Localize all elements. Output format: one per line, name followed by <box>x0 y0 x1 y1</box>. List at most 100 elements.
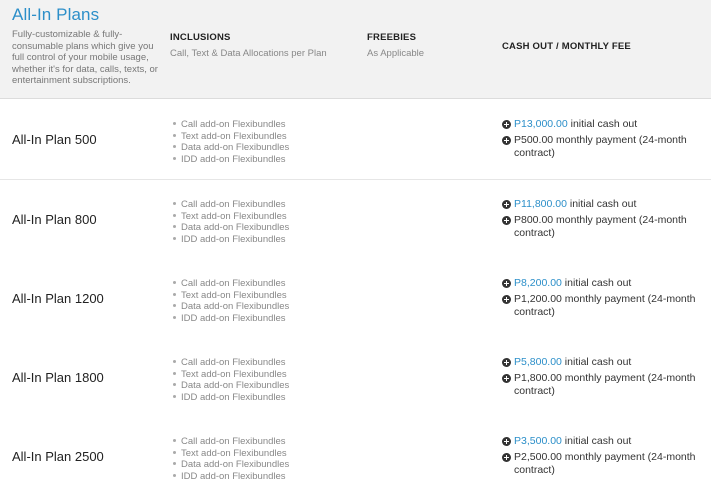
plus-circle-icon <box>502 374 511 383</box>
cash-out-line: P13,000.00 initial cash out <box>502 118 707 131</box>
cash-out-line: P11,800.00 initial cash out <box>502 198 707 211</box>
plus-circle-icon <box>502 295 511 304</box>
bullet-dot-icon <box>173 213 176 217</box>
inclusion-item: Text add-on Flexibundles <box>173 131 289 143</box>
plus-circle-icon <box>502 437 511 446</box>
cash-out-line: P3,500.00 initial cash out <box>502 435 707 448</box>
monthly-payment-text: P500.00 monthly payment (24-month contra… <box>514 134 687 159</box>
bullet-dot-icon <box>173 359 176 363</box>
fee-info: P13,000.00 initial cash out P500.00 mont… <box>502 118 707 160</box>
inclusion-item: Call add-on Flexibundles <box>173 357 289 369</box>
bullet-dot-icon <box>173 145 176 149</box>
bullet-dot-icon <box>173 236 176 240</box>
plus-circle-icon <box>502 358 511 367</box>
inclusion-item: Data add-on Flexibundles <box>173 222 289 234</box>
column-subheading-inclusions: Call, Text & Data Allocations per Plan <box>170 48 327 59</box>
inclusion-item: IDD add-on Flexibundles <box>173 154 289 166</box>
bullet-dot-icon <box>173 450 176 454</box>
bullet-dot-icon <box>173 292 176 296</box>
plan-name: All-In Plan 800 <box>12 212 97 227</box>
inclusion-item: Data add-on Flexibundles <box>173 301 289 313</box>
column-subheading-freebies: As Applicable <box>367 48 425 59</box>
bullet-dot-icon <box>173 473 176 477</box>
fee-info: P8,200.00 initial cash out P1,200.00 mon… <box>502 277 707 319</box>
plus-circle-icon <box>502 200 511 209</box>
cash-out-price-link[interactable]: P11,800.00 <box>514 198 567 210</box>
monthly-payment-line: P1,800.00 monthly payment (24-month cont… <box>502 372 707 398</box>
cash-out-line: P5,800.00 initial cash out <box>502 356 707 369</box>
bullet-dot-icon <box>173 133 176 137</box>
plus-circle-icon <box>502 216 511 225</box>
bullet-dot-icon <box>173 383 176 387</box>
fee-info: P5,800.00 initial cash out P1,800.00 mon… <box>502 356 707 398</box>
page-title: All-In Plans <box>12 5 100 24</box>
column-heading-freebies: FREEBIES <box>367 32 417 43</box>
fee-info: P11,800.00 initial cash out P800.00 mont… <box>502 198 707 240</box>
cash-out-label: initial cash out <box>561 277 632 289</box>
plus-circle-icon <box>502 279 511 288</box>
bullet-dot-icon <box>173 201 176 205</box>
inclusions-list: Call add-on Flexibundles Text add-on Fle… <box>173 119 289 165</box>
plan-name: All-In Plan 2500 <box>12 449 104 464</box>
inclusions-list: Call add-on Flexibundles Text add-on Fle… <box>173 436 289 482</box>
bullet-dot-icon <box>173 394 176 398</box>
plans-description: Fully-customizable & fully-consumable pl… <box>12 29 158 86</box>
inclusion-item: Text add-on Flexibundles <box>173 211 289 223</box>
monthly-payment-text: P2,500.00 monthly payment (24-month cont… <box>514 451 696 476</box>
monthly-payment-line: P1,200.00 monthly payment (24-month cont… <box>502 293 707 319</box>
bullet-dot-icon <box>173 280 176 284</box>
cash-out-price-link[interactable]: P5,800.00 <box>514 356 562 368</box>
monthly-payment-line: P500.00 monthly payment (24-month contra… <box>502 134 707 160</box>
cash-out-label: initial cash out <box>566 198 637 210</box>
plan-name: All-In Plan 1200 <box>12 291 104 306</box>
inclusion-item: IDD add-on Flexibundles <box>173 471 289 483</box>
inclusion-item: Text add-on Flexibundles <box>173 290 289 302</box>
plan-row: All-In Plan 1200 Call add-on Flexibundle… <box>0 259 711 339</box>
plan-row: All-In Plan 800 Call add-on Flexibundles… <box>0 180 711 260</box>
plan-row: All-In Plan 500 Call add-on Flexibundles… <box>0 100 711 180</box>
cash-out-price-link[interactable]: P3,500.00 <box>514 435 562 447</box>
inclusion-item: IDD add-on Flexibundles <box>173 392 289 404</box>
monthly-payment-text: P1,800.00 monthly payment (24-month cont… <box>514 372 696 397</box>
inclusions-list: Call add-on Flexibundles Text add-on Fle… <box>173 357 289 403</box>
inclusion-item: Call add-on Flexibundles <box>173 199 289 211</box>
inclusion-item: Data add-on Flexibundles <box>173 380 289 392</box>
plan-name: All-In Plan 1800 <box>12 370 104 385</box>
monthly-payment-line: P800.00 monthly payment (24-month contra… <box>502 214 707 240</box>
monthly-payment-text: P800.00 monthly payment (24-month contra… <box>514 214 687 239</box>
plan-row: All-In Plan 1800 Call add-on Flexibundle… <box>0 338 711 418</box>
bullet-dot-icon <box>173 156 176 160</box>
inclusions-list: Call add-on Flexibundles Text add-on Fle… <box>173 278 289 324</box>
inclusion-item: Call add-on Flexibundles <box>173 278 289 290</box>
plans-table-header: All-In Plans Fully-customizable & fully-… <box>0 0 711 99</box>
column-heading-cash-out: CASH OUT / MONTHLY FEE <box>502 41 631 52</box>
plus-circle-icon <box>502 136 511 145</box>
inclusion-item: Call add-on Flexibundles <box>173 119 289 131</box>
inclusion-item: Text add-on Flexibundles <box>173 369 289 381</box>
monthly-payment-text: P1,200.00 monthly payment (24-month cont… <box>514 293 696 318</box>
cash-out-label: initial cash out <box>561 435 632 447</box>
inclusion-item: Text add-on Flexibundles <box>173 448 289 460</box>
bullet-dot-icon <box>173 315 176 319</box>
column-heading-inclusions: INCLUSIONS <box>170 32 231 43</box>
bullet-dot-icon <box>173 438 176 442</box>
cash-out-price-link[interactable]: P13,000.00 <box>514 118 568 130</box>
inclusion-item: Data add-on Flexibundles <box>173 142 289 154</box>
bullet-dot-icon <box>173 225 176 229</box>
plus-circle-icon <box>502 120 511 129</box>
inclusion-item: Call add-on Flexibundles <box>173 436 289 448</box>
bullet-dot-icon <box>173 121 176 125</box>
cash-out-line: P8,200.00 initial cash out <box>502 277 707 290</box>
cash-out-label: initial cash out <box>567 118 638 130</box>
cash-out-price-link[interactable]: P8,200.00 <box>514 277 562 289</box>
bullet-dot-icon <box>173 304 176 308</box>
monthly-payment-line: P2,500.00 monthly payment (24-month cont… <box>502 451 707 477</box>
inclusion-item: Data add-on Flexibundles <box>173 459 289 471</box>
bullet-dot-icon <box>173 371 176 375</box>
plan-row: All-In Plan 2500 Call add-on Flexibundle… <box>0 417 711 492</box>
fee-info: P3,500.00 initial cash out P2,500.00 mon… <box>502 435 707 477</box>
plus-circle-icon <box>502 453 511 462</box>
bullet-dot-icon <box>173 462 176 466</box>
inclusion-item: IDD add-on Flexibundles <box>173 234 289 246</box>
plan-name: All-In Plan 500 <box>12 132 97 147</box>
